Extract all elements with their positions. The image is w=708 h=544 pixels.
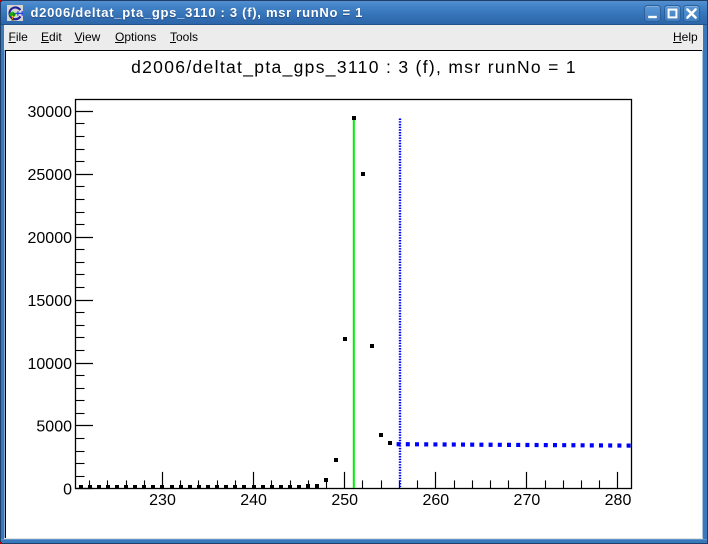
svg-text:10000: 10000 xyxy=(28,356,73,373)
svg-text:270: 270 xyxy=(514,492,541,509)
svg-text:240: 240 xyxy=(240,492,267,509)
svg-text:280: 280 xyxy=(605,492,632,509)
svg-text:5000: 5000 xyxy=(36,419,72,436)
svg-text:230: 230 xyxy=(149,492,176,509)
svg-text:30000: 30000 xyxy=(28,104,73,121)
svg-text:d2006/deltat_pta_gps_3110 : 3: d2006/deltat_pta_gps_3110 : 3 (f), msr r… xyxy=(131,57,577,78)
svg-text:250: 250 xyxy=(331,492,358,509)
svg-text:20000: 20000 xyxy=(28,230,73,247)
svg-text:15000: 15000 xyxy=(28,293,73,310)
svg-text:260: 260 xyxy=(422,492,449,509)
svg-text:0: 0 xyxy=(63,482,72,499)
svg-text:25000: 25000 xyxy=(28,167,73,184)
